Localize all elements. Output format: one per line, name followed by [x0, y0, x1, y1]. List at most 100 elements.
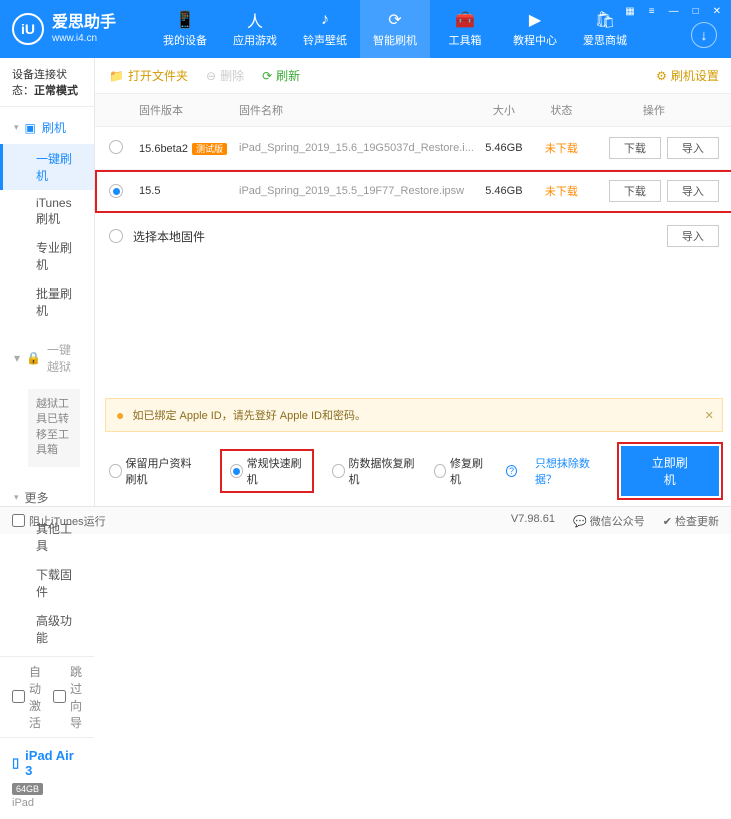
firmware-name: iPad_Spring_2019_15.5_19F77_Restore.ipsw: [239, 185, 474, 197]
col-version: 固件版本: [139, 102, 239, 118]
firmware-status: 未下载: [534, 140, 589, 156]
chevron-down-icon: ▾: [14, 351, 20, 365]
close-icon[interactable]: ✕: [709, 4, 725, 19]
erase-only-link[interactable]: 只想抹除数据？: [535, 455, 603, 487]
sidebar-item-download-firmware[interactable]: 下载固件: [0, 560, 94, 606]
info-icon[interactable]: ?: [506, 465, 517, 477]
gear-icon: ⚙: [656, 69, 667, 83]
local-firmware-row[interactable]: 选择本地固件 导入: [95, 213, 731, 259]
menu-icon[interactable]: ≡: [645, 4, 659, 19]
sidebar-item-oneclick-flash[interactable]: 一键刷机: [0, 144, 94, 190]
firmware-row[interactable]: 15.5 iPad_Spring_2019_15.5_19F77_Restore…: [95, 170, 731, 213]
jailbreak-moved-note: 越狱工具已转移至工具箱: [28, 389, 80, 467]
sidebar-item-pro-flash[interactable]: 专业刷机: [0, 233, 94, 279]
firmware-radio[interactable]: [109, 140, 123, 154]
bag-icon: 🛍: [595, 10, 615, 30]
sidebar-group-label: 刷机: [42, 119, 66, 136]
maximize-icon[interactable]: □: [689, 4, 703, 19]
sidebar-group-label: 一键越狱: [47, 341, 80, 375]
block-itunes-option[interactable]: 阻止iTunes运行: [12, 513, 106, 529]
wechat-link[interactable]: 💬 微信公众号: [573, 513, 645, 529]
sidebar-item-batch-flash[interactable]: 批量刷机: [0, 279, 94, 325]
tablet-icon: ▯: [12, 755, 19, 771]
import-button[interactable]: 导入: [667, 137, 719, 159]
window-controls: ▦ ≡ — □ ✕: [621, 4, 725, 19]
refresh-button[interactable]: ⟳刷新: [262, 67, 300, 84]
firmware-status: 未下载: [534, 183, 589, 199]
nav-label: 爱思商城: [583, 32, 627, 48]
main-nav: 📱 我的设备 人应用游戏 ♪铃声壁纸 ⟳智能刷机 🧰工具箱 ▶ 教程中心 🛍 爱思商城: [150, 0, 640, 58]
play-icon: ▶: [525, 10, 545, 30]
toolbox-icon: 🧰: [455, 10, 475, 30]
sidebar-group-label: 更多: [25, 489, 49, 506]
mode-repair[interactable]: 修复刷机: [434, 455, 489, 487]
device-type: iPad: [12, 797, 82, 809]
firmware-version: 15.6beta2: [139, 143, 188, 155]
nav-my-device[interactable]: 📱 我的设备: [150, 0, 220, 58]
col-status: 状态: [534, 102, 589, 118]
col-ops: 操作: [589, 102, 719, 118]
minimize-icon[interactable]: —: [665, 4, 683, 19]
auto-activate-label: 自动激活: [29, 663, 41, 731]
sidebar-item-itunes-flash[interactable]: iTunes刷机: [0, 190, 94, 233]
folder-icon: 📁: [109, 69, 124, 83]
table-header: 固件版本 固件名称 大小 状态 操作: [95, 94, 731, 127]
beta-badge: 测试版: [192, 143, 227, 155]
warning-icon: ●: [116, 407, 124, 423]
firmware-name: iPad_Spring_2019_15.6_19G5037d_Restore.i…: [239, 142, 474, 154]
block-itunes-checkbox[interactable]: [12, 514, 25, 527]
firmware-radio[interactable]: [109, 184, 123, 198]
download-manager-button[interactable]: ↓: [691, 22, 717, 48]
import-button[interactable]: 导入: [667, 225, 719, 247]
nav-tutorials[interactable]: ▶ 教程中心: [500, 0, 570, 58]
device-name: iPad Air 3: [25, 748, 82, 778]
grid-icon[interactable]: ▦: [621, 4, 638, 19]
col-name: 固件名称: [239, 102, 474, 118]
mode-keep-data[interactable]: 保留用户资料刷机: [109, 455, 202, 487]
skip-guide-checkbox[interactable]: [53, 690, 66, 703]
flash-now-button[interactable]: 立即刷机: [621, 446, 719, 496]
import-button[interactable]: 导入: [667, 180, 719, 202]
connection-status: 设备连接状态：正常模式: [0, 58, 94, 107]
skip-guide-label: 跳过向导: [70, 663, 82, 731]
check-update-link[interactable]: ✔ 检查更新: [663, 513, 719, 529]
mode-normal-fast[interactable]: 常规快速刷机: [220, 449, 314, 493]
refresh-icon: ⟳: [262, 69, 272, 83]
titlebar: iU 爱思助手 www.i4.cn 📱我的设备 人应用游戏 ♪铃声壁纸 ⟳智能刷…: [0, 0, 731, 58]
chevron-down-icon: ▾: [14, 492, 19, 503]
chevron-down-icon: ▾: [14, 122, 19, 133]
toolbar: 📁打开文件夹 ⊖删除 ⟳刷新 ⚙刷机设置: [95, 58, 731, 94]
sidebar-group-more[interactable]: ▾ 更多: [0, 481, 94, 514]
apps-icon: 人: [245, 10, 265, 30]
sidebar-item-advanced[interactable]: 高级功能: [0, 606, 94, 652]
firmware-row[interactable]: 15.6beta2 测试版 iPad_Spring_2019_15.6_19G50…: [95, 127, 731, 170]
flash-mode-bar: 保留用户资料刷机 常规快速刷机 防数据恢复刷机 修复刷机 ? 只想抹除数据？ 立…: [95, 436, 731, 506]
logo-icon: iU: [12, 13, 44, 45]
mode-anti-recovery[interactable]: 防数据恢复刷机: [332, 455, 416, 487]
nav-label: 应用游戏: [233, 32, 277, 48]
firmware-size: 5.46GB: [474, 142, 534, 154]
auto-activate-checkbox[interactable]: [12, 690, 25, 703]
download-button[interactable]: 下载: [609, 137, 661, 159]
delete-button[interactable]: ⊖删除: [206, 67, 244, 84]
close-warning-button[interactable]: ✕: [705, 409, 714, 422]
statusbar: 阻止iTunes运行 V7.98.61 💬 微信公众号 ✔ 检查更新: [0, 506, 731, 534]
nav-label: 我的设备: [163, 32, 207, 48]
nav-apps[interactable]: 人应用游戏: [220, 0, 290, 58]
flash-settings-button[interactable]: ⚙刷机设置: [656, 67, 719, 84]
nav-label: 智能刷机: [373, 32, 417, 48]
nav-toolbox[interactable]: 🧰工具箱: [430, 0, 500, 58]
open-folder-button[interactable]: 📁打开文件夹: [109, 67, 188, 84]
firmware-radio[interactable]: [109, 229, 123, 243]
local-firmware-label: 选择本地固件: [133, 228, 205, 245]
download-button[interactable]: 下载: [609, 180, 661, 202]
col-size: 大小: [474, 102, 534, 118]
nav-flash[interactable]: ⟳智能刷机: [360, 0, 430, 58]
phone-icon: 📱: [175, 10, 195, 30]
nav-label: 教程中心: [513, 32, 557, 48]
device-storage-badge: 64GB: [12, 783, 43, 795]
nav-label: 铃声壁纸: [303, 32, 347, 48]
sidebar-group-flash[interactable]: ▾ ▣ 刷机: [0, 111, 94, 144]
sidebar-group-jailbreak[interactable]: ▾ 🔒 一键越狱: [0, 333, 94, 383]
nav-ringtones[interactable]: ♪铃声壁纸: [290, 0, 360, 58]
